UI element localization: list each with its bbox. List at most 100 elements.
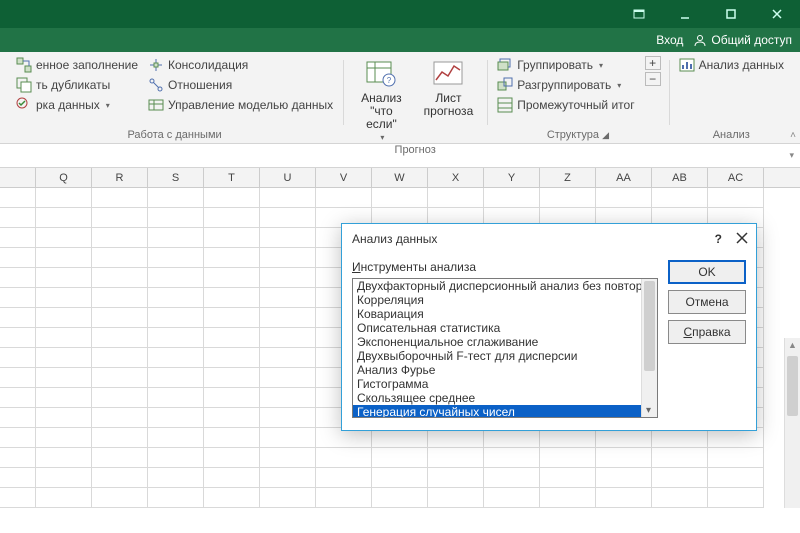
cell[interactable] — [148, 268, 204, 288]
cell[interactable] — [0, 208, 36, 228]
cell[interactable] — [36, 228, 92, 248]
cell[interactable] — [708, 448, 764, 468]
listbox-item[interactable]: Анализ Фурье — [353, 363, 641, 377]
share-button[interactable]: Общий доступ — [693, 33, 792, 47]
cell[interactable] — [372, 488, 428, 508]
column-header[interactable]: R — [92, 168, 148, 187]
cell[interactable] — [540, 448, 596, 468]
data-analysis-button[interactable]: Анализ данных — [677, 56, 786, 74]
listbox-item[interactable]: Скользящее среднее — [353, 391, 641, 405]
cell[interactable] — [92, 348, 148, 368]
cell[interactable] — [708, 468, 764, 488]
cell[interactable] — [0, 368, 36, 388]
cell[interactable] — [260, 188, 316, 208]
cell[interactable] — [372, 468, 428, 488]
expand-formula-bar-icon[interactable]: ▾ — [789, 150, 794, 161]
cell[interactable] — [204, 328, 260, 348]
cell[interactable] — [0, 448, 36, 468]
cell[interactable] — [36, 248, 92, 268]
cell[interactable] — [260, 308, 316, 328]
cell[interactable] — [92, 388, 148, 408]
cell[interactable] — [148, 488, 204, 508]
cell[interactable] — [36, 408, 92, 428]
cell[interactable] — [316, 428, 372, 448]
ok-button[interactable]: OK — [668, 260, 746, 284]
cell[interactable] — [484, 448, 540, 468]
cell[interactable] — [316, 468, 372, 488]
vertical-scrollbar[interactable] — [784, 338, 800, 508]
cell[interactable] — [484, 468, 540, 488]
cell[interactable] — [260, 428, 316, 448]
cell[interactable] — [0, 488, 36, 508]
cell[interactable] — [36, 388, 92, 408]
column-header[interactable]: W — [372, 168, 428, 187]
cell[interactable] — [484, 188, 540, 208]
cell[interactable] — [36, 488, 92, 508]
cell[interactable] — [0, 288, 36, 308]
listbox-scrollbar[interactable] — [641, 279, 657, 417]
dialog-close-button[interactable] — [736, 232, 748, 247]
listbox-scrollbar-thumb[interactable] — [644, 281, 655, 371]
cell[interactable] — [36, 208, 92, 228]
cell[interactable] — [92, 188, 148, 208]
dialog-help-icon[interactable]: ? — [715, 232, 722, 246]
cell[interactable] — [260, 228, 316, 248]
listbox-item[interactable]: Экспоненциальное сглаживание — [353, 335, 641, 349]
cell[interactable] — [148, 428, 204, 448]
cell[interactable] — [204, 468, 260, 488]
maximize-button[interactable] — [708, 0, 754, 28]
listbox-item[interactable]: Ковариация — [353, 307, 641, 321]
cell[interactable] — [36, 368, 92, 388]
cell[interactable] — [36, 328, 92, 348]
cell[interactable] — [0, 248, 36, 268]
listbox-item[interactable]: Двухвыборочный F-тест для дисперсии — [353, 349, 641, 363]
ungroup-button[interactable]: Разгруппировать ▾ — [495, 76, 636, 94]
ribbon-display-options-icon[interactable] — [616, 0, 662, 28]
cell[interactable] — [92, 448, 148, 468]
analysis-tools-listbox[interactable]: Двухфакторный дисперсионный анализ без п… — [352, 278, 658, 418]
scrollbar-thumb[interactable] — [787, 356, 798, 416]
cell[interactable] — [0, 188, 36, 208]
cell[interactable] — [428, 488, 484, 508]
cell[interactable] — [92, 228, 148, 248]
column-header[interactable]: Q — [36, 168, 92, 187]
cell[interactable] — [316, 488, 372, 508]
cell[interactable] — [652, 488, 708, 508]
cell[interactable] — [204, 348, 260, 368]
cell[interactable] — [0, 388, 36, 408]
cell[interactable] — [0, 308, 36, 328]
cell[interactable] — [148, 408, 204, 428]
cell[interactable] — [92, 208, 148, 228]
cell[interactable] — [148, 368, 204, 388]
cell[interactable] — [260, 368, 316, 388]
cell[interactable] — [0, 348, 36, 368]
cell[interactable] — [260, 388, 316, 408]
column-header[interactable]: V — [316, 168, 372, 187]
cell[interactable] — [260, 288, 316, 308]
cell[interactable] — [148, 388, 204, 408]
cell[interactable] — [596, 428, 652, 448]
cell[interactable] — [92, 488, 148, 508]
cell[interactable] — [372, 188, 428, 208]
cell[interactable] — [204, 488, 260, 508]
column-header[interactable]: S — [148, 168, 204, 187]
cell[interactable] — [652, 468, 708, 488]
cell[interactable] — [148, 448, 204, 468]
cell[interactable] — [92, 328, 148, 348]
column-header[interactable]: Z — [540, 168, 596, 187]
cell[interactable] — [596, 468, 652, 488]
cell[interactable] — [204, 188, 260, 208]
cell[interactable] — [0, 268, 36, 288]
cell[interactable] — [36, 468, 92, 488]
group-rows-button[interactable]: Группировать ▾ — [495, 56, 636, 74]
cell[interactable] — [92, 308, 148, 328]
cell[interactable] — [0, 428, 36, 448]
show-detail-button[interactable]: + — [645, 56, 661, 70]
cell[interactable] — [92, 428, 148, 448]
cell[interactable] — [36, 268, 92, 288]
cell[interactable] — [92, 268, 148, 288]
cell[interactable] — [708, 428, 764, 448]
listbox-item[interactable]: Описательная статистика — [353, 321, 641, 335]
column-header[interactable]: T — [204, 168, 260, 187]
cell[interactable] — [204, 368, 260, 388]
